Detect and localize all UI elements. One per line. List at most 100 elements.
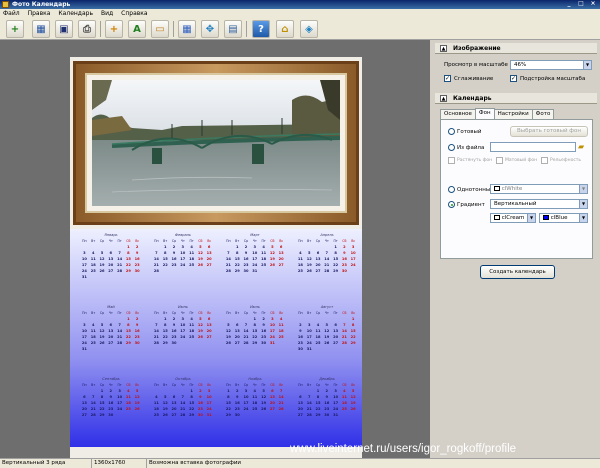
day-cell (187, 340, 196, 346)
image-section-header[interactable]: ▲ Изображение (435, 43, 597, 54)
stretch-label: Растянуть фон (457, 158, 493, 163)
day-cell: 30 (261, 341, 267, 345)
window-title: Фото Календарь (12, 1, 71, 8)
gradient-to-select[interactable]: clBlue ▼ (539, 213, 588, 223)
bridge-photo[interactable] (92, 80, 340, 206)
month-block: Апрель Пн Вт Ср Чт Пт Сб Вс 1 2 3 4 5 6 7 8 9 10 11 12 13 14 1… (296, 233, 358, 274)
day-cell: 28 (153, 341, 159, 345)
add-photo-button[interactable]: + (105, 20, 123, 38)
toolbar-separator (246, 21, 247, 37)
gradient-type-select[interactable]: Вертикальный ▼ (490, 199, 588, 209)
open-folder-icon: + (10, 23, 20, 35)
close-button[interactable]: × (588, 0, 598, 8)
day-cell: 29 (99, 413, 105, 417)
fit-checkbox[interactable]: ✓ (510, 75, 517, 82)
zoom-select[interactable]: 46% ▼ (510, 60, 592, 70)
day-cell (322, 346, 331, 352)
day-cell: 28 (243, 341, 249, 345)
relief-checkbox[interactable] (541, 157, 548, 164)
chevron-down-icon[interactable]: ▼ (527, 214, 535, 222)
day-cell (277, 268, 286, 274)
bag-icon: ⌂ (281, 23, 289, 35)
collapse-icon[interactable]: ▲ (440, 95, 447, 102)
chevron-down-icon[interactable]: ▼ (583, 61, 591, 69)
menu-calendar[interactable]: Календарь (58, 9, 93, 18)
zoom-value: 46% (514, 62, 527, 68)
canvas-workspace[interactable]: Январь Пн Вт Ср Чт Пт Сб Вс 1 2 3 4 5 6 7 8 9 10 11 12 13 14 1… (0, 40, 430, 468)
month-block: Май Пн Вт Ср Чт Пт Сб Вс 1 2 3 4 5 6 7 8 9 10 11 12 13 14 15 16… (80, 305, 142, 352)
maximize-button[interactable]: □ (576, 0, 586, 8)
day-cell: 30 (297, 347, 303, 351)
day-cell: 30 (197, 413, 203, 417)
tab-photo[interactable]: Фото (531, 109, 555, 119)
month-block: Октябрь Пн Вт Ср Чт Пт Сб Вс 1 2 3 4 5 6 7 8 9 10 11 12 13 14… (152, 377, 214, 418)
move-button[interactable]: ✥ (201, 20, 219, 38)
shop-button[interactable]: ⌂ (276, 20, 294, 38)
tab-settings[interactable]: Настройки (493, 109, 533, 119)
stretch-checkbox[interactable] (448, 157, 455, 164)
new-calendar-button[interactable]: ▦ (32, 20, 50, 38)
calendar-section-header[interactable]: ▲ Календарь (435, 93, 597, 104)
chevron-down-icon[interactable]: ▼ (579, 185, 587, 193)
gradient-radio[interactable] (448, 201, 455, 208)
day-cell (89, 346, 98, 352)
day-cell (268, 412, 277, 418)
matte-checkbox[interactable] (496, 157, 503, 164)
day-cell (349, 346, 358, 352)
ready-radio[interactable] (448, 128, 455, 135)
tab-main[interactable]: Основное (440, 109, 476, 119)
day-cell (268, 268, 277, 274)
day-cell (124, 412, 133, 418)
week-row: 25 26 27 28 29 30 (296, 268, 358, 274)
month-block: Январь Пн Вт Ср Чт Пт Сб Вс 1 2 3 4 5 6 7 8 9 10 11 12 13 14 1… (80, 233, 142, 280)
collapse-icon[interactable]: ▲ (440, 45, 447, 52)
day-cell: 25 (153, 413, 159, 417)
from-file-path-input[interactable] (490, 142, 576, 152)
menu-edit[interactable]: Правка (28, 9, 51, 18)
day-cell: 28 (324, 269, 330, 273)
minimize-button[interactable]: _ (564, 0, 574, 8)
chevron-down-icon[interactable]: ▼ (579, 200, 587, 208)
day-cell (205, 268, 214, 274)
choose-ready-background-button[interactable]: Выбрать готовый фон (510, 126, 588, 137)
page-setup-button[interactable]: ▤ (224, 20, 242, 38)
add-text-button[interactable]: A (128, 20, 146, 38)
help-button[interactable]: ? (252, 20, 270, 38)
day-cell: 28 (90, 413, 96, 417)
solid-radio[interactable] (448, 186, 455, 193)
month-block: Март Пн Вт Ср Чт Пт Сб Вс 1 2 3 4 5 6 7 8 9 10 11 12 13 14 15 1… (224, 233, 286, 274)
fit-label: Подстройка масштаба (520, 76, 586, 82)
solid-color-select[interactable]: clWhite ▼ (490, 184, 588, 194)
calendar-icon: ▦ (36, 23, 46, 35)
tab-background[interactable]: Фон (474, 108, 495, 119)
print-button[interactable]: ⎙ (78, 20, 96, 38)
white-swatch (494, 186, 500, 191)
calendar-grid-area[interactable]: Январь Пн Вт Ср Чт Пт Сб Вс 1 2 3 4 5 6 7 8 9 10 11 12 13 14 1… (70, 229, 362, 447)
menu-file[interactable]: Файл (3, 9, 20, 18)
folder-open-icon[interactable]: ▰ (578, 142, 584, 151)
window-titlebar[interactable]: Фото Календарь _ □ × (0, 0, 600, 9)
menubar: Файл Правка Календарь Вид Справка (0, 9, 600, 18)
package-button[interactable]: ◈ (300, 20, 318, 38)
day-cell (242, 412, 251, 418)
grid-button[interactable]: ▦ (178, 20, 196, 38)
day-cell (187, 268, 196, 274)
toolbar-separator (100, 21, 101, 37)
chevron-down-icon[interactable]: ▼ (579, 214, 587, 222)
day-cell (196, 340, 205, 346)
open-folder-button[interactable]: + (6, 20, 24, 38)
save-button[interactable]: ▣ (55, 20, 73, 38)
gradient-from-select[interactable]: clCream ▼ (490, 213, 536, 223)
photo-frame[interactable] (73, 61, 359, 225)
from-file-radio[interactable] (448, 144, 455, 151)
day-cell: 30 (171, 341, 177, 345)
smooth-checkbox[interactable]: ✓ (444, 75, 451, 82)
menu-help[interactable]: Справка (121, 9, 147, 18)
calendar-page[interactable]: Январь Пн Вт Ср Чт Пт Сб Вс 1 2 3 4 5 6 7 8 9 10 11 12 13 14 1… (70, 57, 362, 468)
add-image-button[interactable]: ▭ (151, 20, 169, 38)
menu-view[interactable]: Вид (101, 9, 113, 18)
day-cell: 29 (162, 341, 168, 345)
day-cell (178, 268, 187, 274)
create-calendar-button[interactable]: Создать календарь (480, 265, 555, 279)
status-size: 1360x1760 (92, 459, 147, 468)
